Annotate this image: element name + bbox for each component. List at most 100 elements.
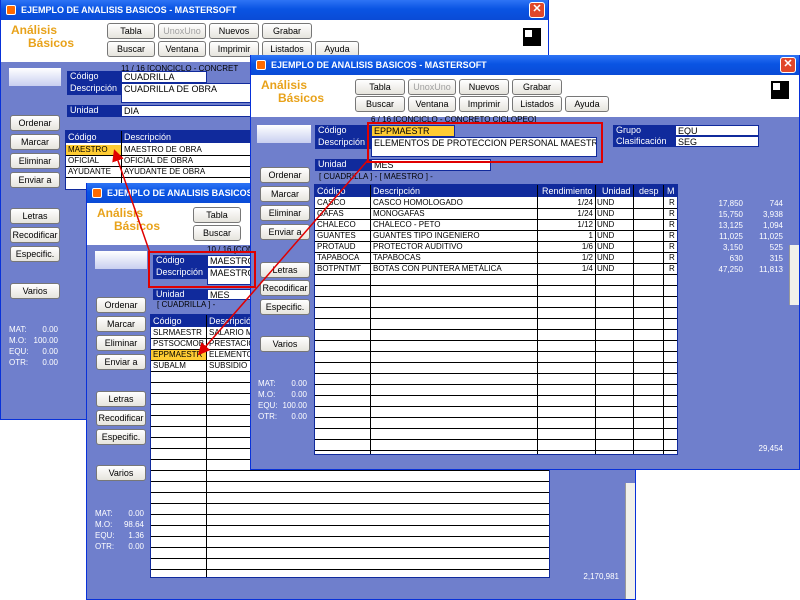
- table-row-empty[interactable]: [151, 471, 549, 482]
- enviar-button[interactable]: Enviar a: [96, 354, 146, 370]
- window-cuadrilla-titlebar[interactable]: EJEMPLO DE ANALISIS BASICOS - MASTERSOFT…: [1, 0, 548, 20]
- close-button[interactable]: ✕: [780, 57, 796, 73]
- especific-button[interactable]: Especific.: [10, 246, 60, 262]
- eliminar-button[interactable]: Eliminar: [96, 335, 146, 351]
- table-row-empty[interactable]: [151, 493, 549, 504]
- descripcion-field[interactable]: CUADRILLA DE OBRA: [121, 83, 261, 103]
- col-descripcion[interactable]: Descripción: [371, 185, 420, 197]
- buscar-button[interactable]: Buscar: [107, 41, 155, 57]
- col-rendimiento[interactable]: Rendimiento: [540, 185, 593, 197]
- detail-grid[interactable]: Código Descripción MAESTRO MAESTRO DE OB…: [65, 130, 255, 190]
- table-row-empty[interactable]: [151, 482, 549, 493]
- recodificar-button[interactable]: Recodificar: [10, 227, 60, 243]
- ordenar-button[interactable]: Ordenar: [96, 297, 146, 313]
- ayuda-button[interactable]: Ayuda: [565, 96, 609, 112]
- window-mode-icon[interactable]: [523, 28, 541, 46]
- especific-button[interactable]: Especific.: [260, 299, 310, 315]
- grid-header: Código Descripción: [66, 131, 254, 143]
- table-row-empty[interactable]: [151, 548, 549, 559]
- grid-divider: [537, 185, 538, 454]
- window-eppmaestr-titlebar[interactable]: EJEMPLO DE ANALISIS BASICOS - MASTERSOFT…: [251, 55, 799, 75]
- enviar-button[interactable]: Enviar a: [10, 172, 60, 188]
- marcar-button[interactable]: Marcar: [260, 186, 310, 202]
- ordenar-button[interactable]: Ordenar: [260, 167, 310, 183]
- vertical-scrollbar[interactable]: [625, 483, 635, 599]
- ordenar-button[interactable]: Ordenar: [10, 115, 60, 131]
- marcar-button[interactable]: Marcar: [10, 134, 60, 150]
- cell-codigo: PSTSOCMOB: [153, 339, 205, 348]
- cell-descripcion: MONOGAFAS: [373, 209, 425, 218]
- cell-m: R: [669, 253, 675, 262]
- ventana-button[interactable]: Ventana: [408, 96, 456, 112]
- nuevos-button[interactable]: Nuevos: [459, 79, 509, 95]
- price-total: 3,938: [762, 210, 783, 219]
- especific-button[interactable]: Especific.: [96, 429, 146, 445]
- unidad-field[interactable]: DIA: [121, 105, 251, 117]
- buscar-button[interactable]: Buscar: [193, 225, 241, 241]
- cell-rendimiento: 1: [588, 231, 593, 240]
- enviar-button[interactable]: Enviar a: [260, 224, 310, 240]
- close-button[interactable]: ✕: [529, 2, 545, 18]
- buscar-button[interactable]: Buscar: [355, 96, 405, 112]
- clasificacion-field[interactable]: SEG: [675, 136, 759, 147]
- letras-button[interactable]: Letras: [260, 262, 310, 278]
- table-row[interactable]: AYUDANTE AYUDANTE DE OBRA: [66, 167, 254, 178]
- mo-label: M.O:: [95, 520, 113, 529]
- imprimir-button[interactable]: Imprimir: [459, 96, 509, 112]
- side-panel: [9, 68, 61, 86]
- table-row-empty[interactable]: [151, 504, 549, 515]
- cell-rendimiento: 1/6: [581, 242, 593, 251]
- table-row-empty[interactable]: [151, 559, 549, 570]
- app-icon: [92, 188, 102, 198]
- eliminar-button[interactable]: Eliminar: [260, 205, 310, 221]
- mat-value: 0.00: [42, 325, 58, 334]
- cell-rendimiento: 1/24: [577, 209, 593, 218]
- col-unidad[interactable]: Unidad: [600, 185, 631, 197]
- logo: Análisis Básicos: [261, 79, 324, 105]
- col-codigo[interactable]: Código: [315, 185, 346, 197]
- cell-codigo: GAFAS: [317, 209, 344, 218]
- price-unit: 11,025: [719, 232, 743, 241]
- table-row-empty[interactable]: [151, 537, 549, 548]
- ventana-button[interactable]: Ventana: [158, 41, 206, 57]
- logo-line2: Básicos: [28, 36, 75, 50]
- grupo-field[interactable]: EQU: [675, 125, 759, 136]
- vertical-scrollbar[interactable]: [789, 245, 799, 305]
- col-descripcion[interactable]: Descripción: [122, 131, 171, 143]
- nuevos-button[interactable]: Nuevos: [209, 23, 259, 39]
- unoxuno-button[interactable]: UnoxUno: [158, 23, 206, 39]
- cell-codigo: BOTPNTMT: [317, 264, 361, 273]
- letras-button[interactable]: Letras: [96, 391, 146, 407]
- table-row-empty[interactable]: [151, 515, 549, 526]
- varios-button[interactable]: Varios: [260, 336, 310, 352]
- clasificacion-label: Clasificación: [613, 136, 675, 147]
- eliminar-button[interactable]: Eliminar: [10, 153, 60, 169]
- table-row[interactable]: MAESTRO MAESTRO DE OBRA: [66, 145, 254, 156]
- col-codigo[interactable]: Código: [66, 131, 97, 143]
- tabla-button[interactable]: Tabla: [355, 79, 405, 95]
- col-m[interactable]: M: [665, 185, 675, 197]
- grabar-button[interactable]: Grabar: [512, 79, 562, 95]
- cell-codigo: PROTAUD: [317, 242, 356, 251]
- table-row[interactable]: OFICIAL OFICIAL DE OBRA: [66, 156, 254, 167]
- col-desp[interactable]: desp: [637, 185, 659, 197]
- listados-button[interactable]: Listados: [512, 96, 562, 112]
- marcar-button[interactable]: Marcar: [96, 316, 146, 332]
- col-descripcion[interactable]: Descripción: [207, 315, 256, 327]
- recodificar-button[interactable]: Recodificar: [96, 410, 146, 426]
- detail-grid[interactable]: Código Descripción Rendimiento Unidad de…: [314, 184, 678, 455]
- unoxuno-button[interactable]: UnoxUno: [408, 79, 456, 95]
- equ-value: 1.36: [128, 531, 144, 540]
- letras-button[interactable]: Letras: [10, 208, 60, 224]
- window-mode-icon[interactable]: [771, 81, 789, 99]
- table-row-empty[interactable]: [151, 526, 549, 537]
- col-codigo[interactable]: Código: [151, 315, 182, 327]
- recodificar-button[interactable]: Recodificar: [260, 280, 310, 296]
- varios-button[interactable]: Varios: [10, 283, 60, 299]
- grabar-button[interactable]: Grabar: [262, 23, 312, 39]
- tabla-button[interactable]: Tabla: [107, 23, 155, 39]
- tabla-button[interactable]: Tabla: [193, 207, 241, 223]
- codigo-field[interactable]: CUADRILLA: [121, 71, 207, 83]
- varios-button[interactable]: Varios: [96, 465, 146, 481]
- window-title: EJEMPLO DE ANALISIS BASICOS - MASTERSOFT: [21, 5, 237, 15]
